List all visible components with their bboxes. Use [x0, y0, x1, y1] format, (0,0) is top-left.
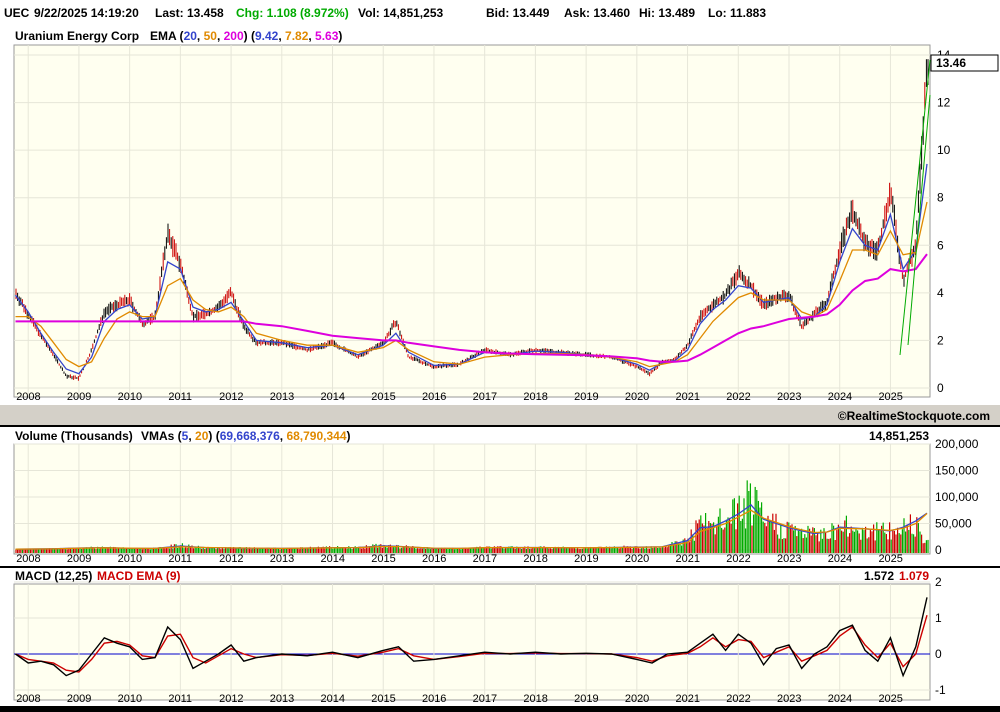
copyright-text: ©RealtimeStockquote.com [838, 409, 990, 423]
volume-x-tick: 2021 [676, 553, 700, 565]
volume-y-axis: 0 50,000 100,000 150,000 200,000 [935, 437, 979, 557]
macd-y-tick: 2 [935, 575, 942, 589]
macd-y-tick: 0 [935, 647, 942, 661]
macd-x-tick: 2012 [219, 693, 243, 705]
price-x-tick: 2013 [270, 391, 294, 403]
price-x-tick: 2015 [371, 391, 395, 403]
bid-price: Bid: 13.449 [486, 6, 550, 20]
macd-x-tick: 2020 [625, 693, 649, 705]
ticker-symbol: UEC [4, 6, 30, 20]
volume-x-tick: 2016 [422, 553, 446, 565]
volume-x-tick: 2025 [878, 553, 902, 565]
price-y-axis: 02468101214 [937, 48, 951, 395]
volume-x-tick: 2008 [16, 553, 40, 565]
price-x-tick: 2025 [878, 391, 902, 403]
macd-x-tick: 2013 [270, 693, 294, 705]
price-y-tick: 8 [937, 191, 944, 205]
volume-y-tick: 50,000 [935, 517, 972, 531]
price-x-tick: 2022 [726, 391, 750, 403]
quote-header-bar: UEC 9/22/2025 14:19:20 Last: 13.458 Chg:… [0, 0, 1000, 27]
macd-y-axis: -1 0 1 2 [935, 575, 946, 697]
stock-chart: 02468101214 2008200920102011201220132014… [0, 29, 1000, 712]
price-x-tick: 2024 [828, 391, 852, 403]
volume-x-tick: 2015 [371, 553, 395, 565]
price-y-tick: 10 [937, 143, 951, 157]
macd-signal-label: MACD EMA (9) [97, 569, 181, 583]
volume-x-tick: 2022 [726, 553, 750, 565]
macd-x-tick: 2018 [523, 693, 547, 705]
volume-x-tick: 2014 [321, 553, 345, 565]
volume-title: Volume (Thousands) [15, 429, 133, 443]
volume-y-tick: 0 [935, 543, 942, 557]
macd-x-tick: 2019 [574, 693, 598, 705]
price-x-tick: 2012 [219, 391, 243, 403]
macd-x-tick: 2011 [168, 693, 192, 705]
price-y-tick: 6 [937, 238, 944, 252]
volume-y-tick: 100,000 [935, 490, 979, 504]
macd-signal-value: 1.079 [899, 569, 929, 583]
price-x-tick: 2020 [625, 391, 649, 403]
macd-x-tick: 2025 [878, 693, 902, 705]
macd-x-tick: 2009 [67, 693, 91, 705]
price-x-tick: 2010 [118, 391, 142, 403]
price-x-tick: 2023 [777, 391, 801, 403]
price-x-tick: 2019 [574, 391, 598, 403]
last-price: Last: 13.458 [155, 6, 224, 20]
price-x-tick: 2021 [676, 391, 700, 403]
macd-y-tick: -1 [935, 683, 946, 697]
volume-y-tick: 150,000 [935, 464, 979, 478]
volume-x-axis: 2008 2009 2010 2011 2012 2013 2014 2015 2016 2017… [16, 553, 903, 565]
price-x-tick: 2018 [523, 391, 547, 403]
low-price: Lo: 11.883 [708, 6, 767, 20]
macd-x-tick: 2021 [676, 693, 700, 705]
last-volume: 14,851,253 [869, 429, 929, 443]
change-value: Chg: 1.108 (8.972%) [236, 6, 349, 20]
volume-x-tick: 2024 [828, 553, 852, 565]
macd-x-tick: 2023 [777, 693, 801, 705]
price-y-tick: 4 [937, 286, 944, 300]
macd-x-tick: 2016 [422, 693, 446, 705]
high-price: Hi: 13.489 [639, 6, 696, 20]
volume-x-tick: 2018 [523, 553, 547, 565]
volume-x-tick: 2010 [118, 553, 142, 565]
volume-x-tick: 2019 [574, 553, 598, 565]
volume-x-tick: 2023 [777, 553, 801, 565]
macd-plot-area [13, 583, 931, 701]
price-y-tick: 0 [937, 381, 944, 395]
macd-x-tick: 2022 [726, 693, 750, 705]
ema-legend: EMA (20, 50, 200) (9.42, 7.82, 5.63) [150, 29, 342, 43]
volume-x-tick: 2009 [67, 553, 91, 565]
macd-x-tick: 2017 [473, 693, 497, 705]
macd-value: 1.572 [864, 569, 894, 583]
ask-price: Ask: 13.460 [564, 6, 631, 20]
quote-datetime: 9/22/2025 14:19:20 [34, 6, 139, 20]
volume-y-tick: 200,000 [935, 437, 979, 451]
price-x-tick: 2016 [422, 391, 446, 403]
price-x-tick: 2011 [168, 391, 192, 403]
volume-x-tick: 2011 [168, 553, 192, 565]
volume-x-tick: 2012 [219, 553, 243, 565]
company-name: Uranium Energy Corp [15, 29, 139, 43]
volume-x-tick: 2017 [473, 553, 497, 565]
last-price-tag-label: 13.46 [936, 56, 966, 70]
macd-x-tick: 2024 [828, 693, 852, 705]
volume-value: Vol: 14,851,253 [358, 6, 444, 20]
price-y-tick: 2 [937, 333, 944, 347]
macd-y-tick: 1 [935, 611, 942, 625]
price-plot-area [13, 44, 931, 398]
volume-x-tick: 2020 [625, 553, 649, 565]
macd-x-tick: 2010 [118, 693, 142, 705]
price-x-tick: 2017 [473, 391, 497, 403]
volume-x-tick: 2013 [270, 553, 294, 565]
macd-x-tick: 2008 [16, 693, 40, 705]
price-x-tick: 2014 [321, 391, 345, 403]
macd-x-tick: 2015 [371, 693, 395, 705]
price-y-tick: 12 [937, 96, 951, 110]
price-x-tick: 2009 [67, 391, 91, 403]
vma-legend: VMAs (5, 20) (69,668,376, 68,790,344) [141, 429, 351, 443]
price-x-tick: 2008 [16, 391, 40, 403]
macd-title: MACD (12,25) [15, 569, 92, 583]
bottom-border [0, 706, 1000, 712]
macd-x-tick: 2014 [321, 693, 345, 705]
